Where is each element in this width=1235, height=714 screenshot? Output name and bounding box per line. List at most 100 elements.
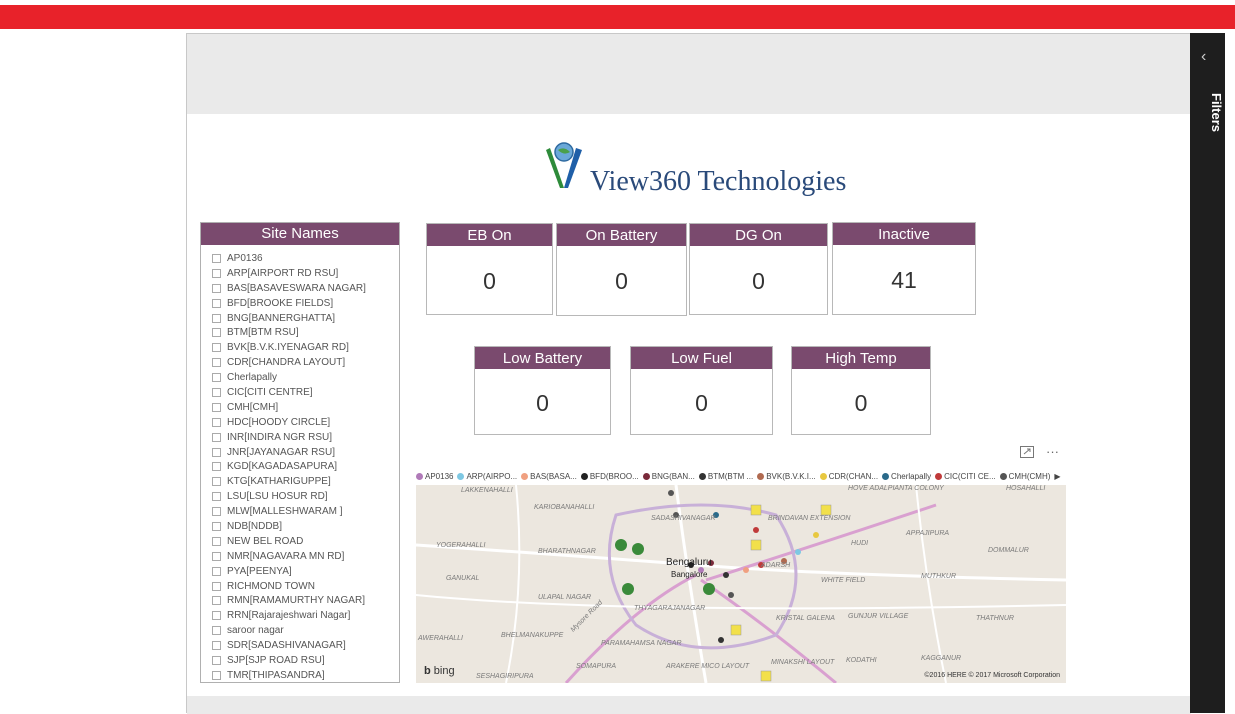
checkbox-icon[interactable] [212,298,221,308]
legend-item[interactable]: BVK(B.V.K.I... [757,472,816,481]
map-place-label: SADASHIVANAGAR [651,515,716,522]
map-roads [416,485,1066,683]
site-list-item[interactable]: NEW BEL ROAD [212,534,399,549]
card-on-battery[interactable]: On Battery 0 [556,223,687,316]
site-list-item[interactable]: LSU[LSU HOSUR RD] [212,489,399,504]
site-list-item[interactable]: RICHMOND TOWN [212,579,399,594]
card-title: Low Fuel [631,347,772,369]
site-list-item[interactable]: SDR[SADASHIVANAGAR] [212,638,399,653]
checkbox-icon[interactable] [212,462,221,472]
site-list-item[interactable]: BNG[BANNERGHATTA] [212,311,399,326]
checkbox-icon[interactable] [212,536,221,546]
site-list-item[interactable]: KGD[KAGADASAPURA] [212,459,399,474]
map-place-label: KRISTAL GALENA [776,615,835,622]
checkbox-icon[interactable] [212,283,221,293]
checkbox-icon[interactable] [212,313,221,323]
legend-label: BAS(BASA... [530,471,577,481]
site-list-item[interactable]: KTG[KATHARIGUPPE] [212,474,399,489]
site-list-item[interactable]: BAS[BASAVESWARA NAGAR] [212,281,399,296]
site-list-item[interactable]: ARP[AIRPORT RD RSU] [212,266,399,281]
legend-item[interactable]: BTM(BTM ... [698,472,753,481]
site-list-item[interactable]: CIC[CITI CENTRE] [212,385,399,400]
site-list-item[interactable]: RRN[Rajarajeshwari Nagar] [212,608,399,623]
site-list-item[interactable]: INR[INDIRA NGR RSU] [212,430,399,445]
checkbox-icon[interactable] [212,447,221,457]
site-names-slicer[interactable]: Site Names AP0136 ARP[AIRPORT RD RSU] BAS[… [200,222,400,683]
legend-item[interactable]: ARP(AIRPO... [457,472,517,481]
site-list-item[interactable]: PYA[PEENYA] [212,564,399,579]
checkbox-icon[interactable] [212,655,221,665]
filters-pane[interactable]: ‹ Filters [1190,33,1225,713]
legend-label: CDR(CHAN... [828,471,879,481]
site-list-item[interactable]: TMR[THIPASANDRA] [212,668,399,683]
checkbox-icon[interactable] [212,268,221,278]
site-list-item[interactable]: BVK[B.V.K.IYENAGAR RD] [212,340,399,355]
site-list-label: CDR[CHANDRA LAYOUT] [227,357,346,369]
card-low-fuel[interactable]: Low Fuel 0 [630,346,773,435]
site-list-item[interactable]: JNR[JAYANAGAR RSU] [212,445,399,460]
bing-text: bing [433,665,455,677]
company-logo: View360 Technologies [542,138,846,208]
checkbox-icon[interactable] [212,626,221,636]
checkbox-icon[interactable] [212,402,221,412]
checkbox-icon[interactable] [212,343,221,353]
card-inactive[interactable]: Inactive 41 [832,222,976,315]
checkbox-icon[interactable] [212,492,221,502]
legend-dot-icon [580,472,588,480]
checkbox-icon[interactable] [212,581,221,591]
checkbox-icon[interactable] [212,641,221,651]
filters-label[interactable]: Filters [1194,93,1224,153]
checkbox-icon[interactable] [212,521,221,531]
site-list-item[interactable]: BTM[BTM RSU] [212,325,399,340]
checkbox-icon[interactable] [212,328,221,338]
site-list-item[interactable]: CDR[CHANDRA LAYOUT] [212,355,399,370]
legend-label: BVK(B.V.K.I... [766,471,816,481]
bing-map[interactable]: LAKKENAHALLI KARIOBANAHALLI SADASHIVANAG… [416,485,1066,683]
checkbox-icon[interactable] [212,387,221,397]
checkbox-icon[interactable] [212,611,221,621]
checkbox-icon[interactable] [212,477,221,487]
legend-item[interactable]: CIC(CITI CE... [935,472,996,481]
checkbox-icon[interactable] [212,417,221,427]
site-list-item[interactable]: BFD[BROOKE FIELDS] [212,296,399,311]
site-list-item[interactable]: RMN[RAMAMURTHY NAGAR] [212,593,399,608]
site-list-item[interactable]: HDC[HOODY CIRCLE] [212,415,399,430]
site-list-label: saroor nagar [227,625,284,637]
legend-item[interactable]: AP0136 [416,472,453,481]
legend-item[interactable]: BAS(BASA... [521,472,577,481]
site-list-item[interactable]: CMH[CMH] [212,400,399,415]
legend-item[interactable]: CMH(CMH) [999,472,1050,481]
focus-mode-icon[interactable] [1020,446,1034,458]
checkbox-icon[interactable] [212,373,221,383]
site-list-item[interactable]: AP0136 [212,251,399,266]
site-names-list: AP0136 ARP[AIRPORT RD RSU] BAS[BASAVESWARA… [201,245,399,683]
legend-item[interactable]: Cherlapally [882,472,931,481]
card-value: 0 [483,268,496,294]
site-list-item[interactable]: MLW[MALLESHWARAM ] [212,504,399,519]
checkbox-icon[interactable] [212,432,221,442]
checkbox-icon[interactable] [212,253,221,263]
checkbox-icon[interactable] [212,596,221,606]
checkbox-icon[interactable] [212,507,221,517]
checkbox-icon[interactable] [212,358,221,368]
checkbox-icon[interactable] [212,566,221,576]
card-low-battery[interactable]: Low Battery 0 [474,346,611,435]
legend-next-icon[interactable]: ▶ [1054,472,1060,481]
legend-item[interactable]: BNG(BAN... [642,472,695,481]
checkbox-icon[interactable] [212,551,221,561]
legend-item[interactable]: BFD(BROO... [580,472,639,481]
site-list-item[interactable]: SJP[SJP ROAD RSU] [212,653,399,668]
checkbox-icon[interactable] [212,670,221,680]
chevron-left-icon[interactable]: ‹ [1201,49,1213,65]
card-eb-on[interactable]: EB On 0 [426,223,553,315]
site-list-label: KGD[KAGADASAPURA] [227,461,338,473]
site-list-item[interactable]: NDB[NDDB] [212,519,399,534]
legend-item[interactable]: CDR(CHAN... [819,471,879,481]
card-dg-on[interactable]: DG On 0 [689,223,828,315]
map-place-label: BHELMANAKUPPE [501,632,564,639]
site-list-item[interactable]: saroor nagar [212,623,399,638]
site-list-item[interactable]: NMR[NAGAVARA MN RD] [212,549,399,564]
card-high-temp[interactable]: High Temp 0 [791,346,931,435]
site-list-item[interactable]: Cherlapally [212,370,399,385]
more-options-icon[interactable]: ··· [1046,444,1059,459]
